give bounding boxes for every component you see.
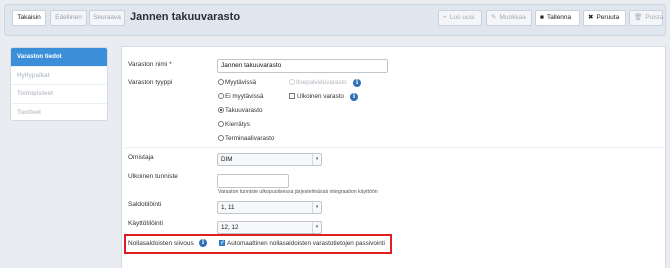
sidebar-item-products[interactable]: Tuotteet xyxy=(11,104,107,121)
balance-sort-select[interactable]: 1, 11 ▾ xyxy=(217,201,322,214)
sidebar-item-offices[interactable]: Toimipisteet xyxy=(11,85,107,104)
radio-myytavissa[interactable]: Myytävissä xyxy=(218,79,256,86)
name-input[interactable]: Jannen takuuvarasto xyxy=(217,59,388,73)
chevron-down-icon: ▾ xyxy=(312,222,321,233)
cancel-button[interactable]: ✖ Peruuta xyxy=(583,10,626,26)
info-icon[interactable]: i xyxy=(353,79,361,87)
info-icon[interactable]: i xyxy=(199,239,207,247)
radio-button[interactable] xyxy=(218,93,224,99)
new-button[interactable]: + Luo uusi xyxy=(438,10,482,26)
page-title: Jannen takuuvarasto xyxy=(130,11,241,23)
next-button[interactable]: Seuraava xyxy=(89,10,125,26)
chevron-down-icon: ▾ xyxy=(312,202,321,213)
pencil-icon: ✎ xyxy=(491,14,497,21)
owner-select[interactable]: DIM ▾ xyxy=(217,153,322,166)
radio-terminaali[interactable]: Terminaalivarasto xyxy=(218,135,274,142)
radio-button[interactable] xyxy=(218,121,224,127)
zero-balance-label: Nollasaldoisten siivous xyxy=(128,240,194,247)
back-button[interactable]: Takaisin xyxy=(12,10,46,26)
chevron-down-icon: ▾ xyxy=(312,154,321,165)
toolbar: Takaisin Edellinen Seuraava Jannen takuu… xyxy=(4,4,666,36)
type-label: Varaston tyyppi xyxy=(128,79,173,86)
edit-button[interactable]: ✎ Muokkaa xyxy=(486,10,532,26)
previous-button[interactable]: Edellinen xyxy=(50,10,87,26)
balance-sort-label: Saldotilöinti xyxy=(128,201,162,208)
usage-sort-label: Käyttötilöinti xyxy=(128,220,164,227)
sidebar: Varaston tiedot Hyllypaikat Toimipisteet… xyxy=(10,47,108,121)
external-id-hint: Varaston tunniste ulkopuolisessa järjest… xyxy=(218,189,378,195)
plus-icon: + xyxy=(443,14,447,21)
radio-ei-myytavissa[interactable]: Ei myytävissä xyxy=(218,93,264,100)
close-icon: ✖ xyxy=(588,14,594,21)
required-marker: * xyxy=(169,61,172,68)
name-label: Varaston nimi * xyxy=(128,61,172,68)
radio-button[interactable] xyxy=(218,107,224,113)
delete-button[interactable]: 🗑 Poista xyxy=(629,10,663,26)
divider xyxy=(124,147,664,148)
radio-button[interactable] xyxy=(289,79,295,85)
save-icon: ■ xyxy=(540,14,544,21)
radio-button[interactable] xyxy=(218,79,224,85)
checkbox[interactable] xyxy=(289,93,295,99)
radio-kierratys[interactable]: Kierrätys xyxy=(218,121,250,128)
external-id-input[interactable] xyxy=(217,174,289,188)
radio-button[interactable] xyxy=(218,135,224,141)
checkbox-ulkoinen[interactable]: Ulkoinen varasto xyxy=(289,93,344,100)
owner-label: Omistaja xyxy=(128,154,154,161)
external-id-label: Ulkoinen tunniste xyxy=(128,173,178,180)
zero-balance-checkbox[interactable] xyxy=(219,239,225,247)
trash-icon: 🗑 xyxy=(634,14,643,21)
zero-balance-checkbox-row[interactable]: Automaattinen nollasaldoisten varastotie… xyxy=(219,239,385,247)
radio-takuuvarasto[interactable]: Takuuvarasto xyxy=(218,107,262,114)
radio-itsepalvelu[interactable]: Itsepalveluvarasto xyxy=(289,79,347,86)
info-icon[interactable]: i xyxy=(350,93,358,101)
save-button[interactable]: ■ Tallenna xyxy=(535,10,580,26)
usage-sort-select[interactable]: 12, 12 ▾ xyxy=(217,221,322,234)
sidebar-item-warehouse-info[interactable]: Varaston tiedot xyxy=(11,48,107,67)
sidebar-item-shelf-locations[interactable]: Hyllypaikat xyxy=(11,67,107,85)
